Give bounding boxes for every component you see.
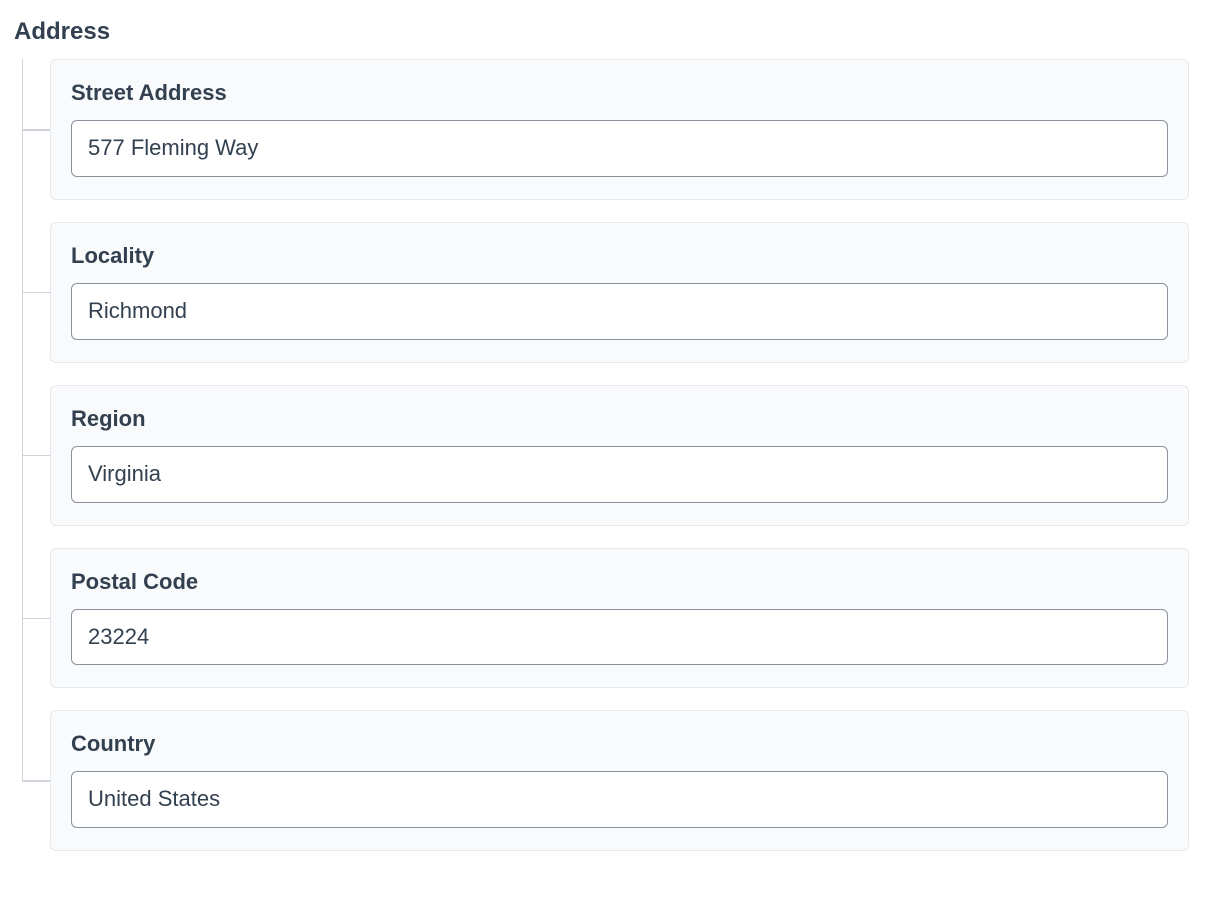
- region-input[interactable]: [71, 446, 1168, 503]
- country-input[interactable]: [71, 771, 1168, 828]
- locality-item: Locality: [50, 222, 1189, 363]
- postal-code-card: Postal Code: [50, 548, 1189, 689]
- region-item: Region: [50, 385, 1189, 526]
- postal-code-input[interactable]: [71, 609, 1168, 666]
- region-card: Region: [50, 385, 1189, 526]
- postal-code-item: Postal Code: [50, 548, 1189, 689]
- locality-card: Locality: [50, 222, 1189, 363]
- street-address-input[interactable]: [71, 120, 1168, 177]
- country-card: Country: [50, 710, 1189, 851]
- street-address-item: Street Address: [50, 59, 1189, 200]
- locality-label: Locality: [71, 243, 1168, 269]
- country-label: Country: [71, 731, 1168, 757]
- street-address-label: Street Address: [71, 80, 1168, 106]
- postal-code-label: Postal Code: [71, 569, 1168, 595]
- address-fields-tree: Street Address Locality Region Postal Co…: [0, 59, 1189, 851]
- country-item: Country: [50, 710, 1189, 851]
- street-address-card: Street Address: [50, 59, 1189, 200]
- address-section-title: Address: [14, 16, 1189, 47]
- region-label: Region: [71, 406, 1168, 432]
- locality-input[interactable]: [71, 283, 1168, 340]
